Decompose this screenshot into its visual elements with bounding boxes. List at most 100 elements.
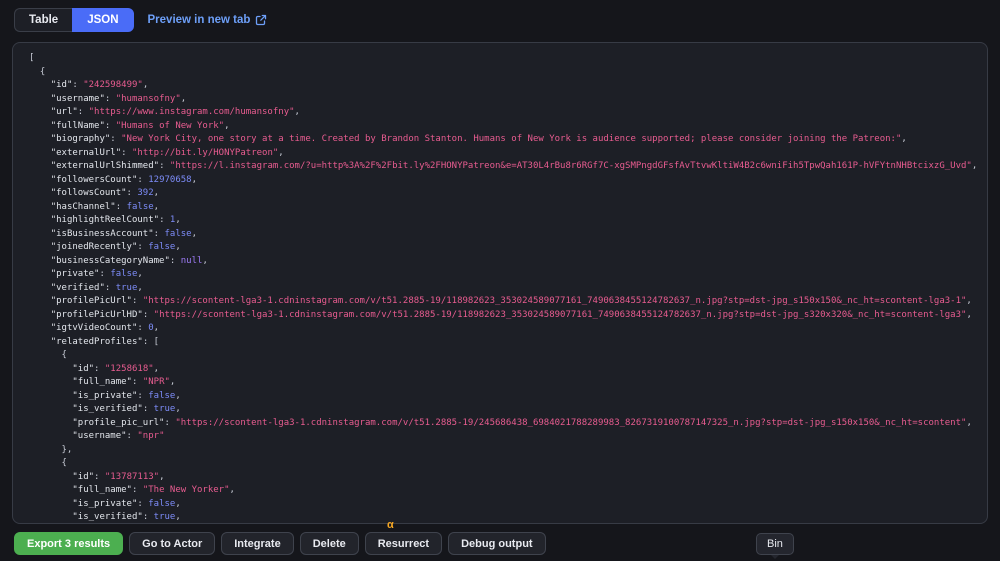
json-punctuation: , — [175, 390, 181, 401]
json-punctuation: , — [159, 471, 165, 482]
json-punctuation: [ — [29, 53, 35, 63]
action-buttons: Export 3 results Go to Actor Integrate D… — [14, 532, 546, 555]
code-line: [ — [29, 52, 987, 66]
json-null: null — [180, 255, 203, 266]
json-string: "The New Yorker" — [142, 485, 230, 495]
preview-link-label: Preview in new tab — [147, 14, 251, 26]
json-punctuation: , — [169, 377, 176, 387]
json-string: "242598499" — [83, 80, 143, 90]
code-line: "joinedRecently": false, — [29, 241, 987, 255]
json-key: "is_private" — [72, 390, 138, 401]
json-string: "https://scontent-lga3-1.cdninstagram.co… — [142, 296, 967, 306]
json-key: "businessCategoryName" — [50, 255, 170, 266]
json-string: "NPR" — [142, 377, 170, 387]
json-number: 12970658 — [148, 174, 192, 185]
json-key: "isBusinessAccount" — [50, 228, 154, 239]
json-punctuation — [29, 377, 72, 387]
json-boolean: true — [153, 512, 176, 522]
preview-in-new-tab-link[interactable]: Preview in new tab — [148, 14, 268, 26]
json-punctuation: , — [153, 201, 160, 212]
json-punctuation: { — [29, 66, 46, 77]
json-string: "1258618" — [104, 363, 154, 374]
json-code: [ { "id": "242598499", "username": "huma… — [29, 52, 987, 523]
json-editor[interactable]: [ { "id": "242598499", "username": "huma… — [12, 42, 988, 524]
code-line: "id": "242598499", — [29, 79, 987, 93]
json-key: "externalUrl" — [50, 147, 122, 158]
delete-button[interactable]: Delete — [299, 532, 359, 555]
json-punctuation — [29, 431, 72, 441]
json-punctuation: , — [175, 242, 181, 252]
json-punctuation: , — [966, 309, 972, 320]
json-punctuation — [29, 107, 51, 117]
json-punctuation — [29, 94, 51, 104]
json-key: "url" — [50, 107, 78, 117]
code-line: { — [29, 457, 987, 471]
json-punctuation: }, — [29, 444, 73, 455]
json-punctuation — [29, 80, 51, 90]
json-punctuation: , — [294, 107, 300, 117]
json-key: "hasChannel" — [50, 201, 116, 212]
code-line: "id": "1258618", — [29, 363, 987, 377]
debug-output-button[interactable]: Debug output — [448, 532, 546, 555]
json-punctuation — [29, 202, 51, 212]
go-to-actor-button[interactable]: Go to Actor — [129, 532, 216, 555]
code-line: "externalUrl": "http://bit.ly/HONYPatreo… — [29, 147, 987, 161]
code-line: "relatedProfiles": [ — [29, 336, 987, 350]
tab-table[interactable]: Table — [14, 8, 73, 32]
json-punctuation: , — [153, 188, 160, 198]
json-string: "https://scontent-lga3-1.cdninstagram.co… — [175, 417, 967, 428]
json-key: "followsCount" — [50, 188, 127, 198]
json-punctuation: , — [191, 228, 197, 239]
json-punctuation: { — [29, 350, 67, 360]
code-line: "profile_pic_url": "https://scontent-lga… — [29, 417, 987, 431]
code-line: "full_name": "The New Yorker", — [29, 484, 987, 498]
code-line: }, — [29, 444, 987, 458]
json-boolean: true — [153, 404, 176, 414]
json-boolean: false — [110, 269, 138, 279]
json-punctuation: , — [966, 417, 972, 428]
json-boolean: false — [148, 242, 176, 252]
code-line: "url": "https://www.instagram.com/humans… — [29, 106, 987, 120]
json-key: "verified" — [50, 282, 105, 293]
bin-tooltip[interactable]: Bin — [756, 533, 794, 559]
integrate-button[interactable]: Integrate — [221, 532, 294, 555]
alpha-badge: α — [387, 519, 394, 531]
code-line: "hasChannel": false, — [29, 201, 987, 215]
json-key: "profile_pic_url" — [72, 417, 165, 428]
json-punctuation: , — [278, 147, 284, 158]
json-key: "highlightReelCount" — [50, 215, 160, 225]
code-line: "full_name": "NPR", — [29, 376, 987, 390]
json-punctuation — [29, 337, 51, 347]
json-punctuation: , — [142, 80, 149, 90]
json-punctuation — [29, 134, 51, 144]
view-mode-switch: Table JSON — [14, 8, 134, 32]
code-line: "is_verified": true, — [29, 403, 987, 417]
json-key: "id" — [72, 471, 95, 482]
code-line: "isBusinessAccount": false, — [29, 228, 987, 242]
json-punctuation: , — [971, 161, 978, 171]
json-punctuation: , — [137, 269, 143, 279]
topbar: Table JSON Preview in new tab — [0, 0, 1000, 40]
json-key: "private" — [50, 269, 100, 279]
json-punctuation: , — [180, 93, 187, 104]
json-punctuation: , — [191, 174, 198, 185]
json-punctuation — [29, 161, 51, 171]
json-punctuation: , — [229, 485, 235, 495]
json-punctuation — [29, 512, 72, 522]
json-punctuation — [29, 175, 51, 185]
code-line: "highlightReelCount": 1, — [29, 214, 987, 228]
export-results-button[interactable]: Export 3 results — [14, 532, 124, 555]
code-line: "id": "13787113", — [29, 471, 987, 485]
external-link-icon — [255, 14, 267, 26]
json-string: "https://l.instagram.com/?u=http%3A%2F%2… — [169, 161, 972, 171]
tab-json[interactable]: JSON — [72, 8, 134, 32]
json-punctuation: , — [202, 255, 208, 266]
json-punctuation — [29, 485, 72, 495]
code-line: "verified": true, — [29, 282, 987, 296]
json-key: "full_name" — [72, 485, 132, 495]
json-punctuation: , — [175, 404, 181, 414]
json-string: "https://scontent-lga3-1.cdninstagram.co… — [153, 309, 967, 320]
resurrect-button[interactable]: Resurrect — [364, 532, 443, 555]
json-punctuation — [29, 121, 51, 131]
code-line: "is_private": false, — [29, 498, 987, 512]
